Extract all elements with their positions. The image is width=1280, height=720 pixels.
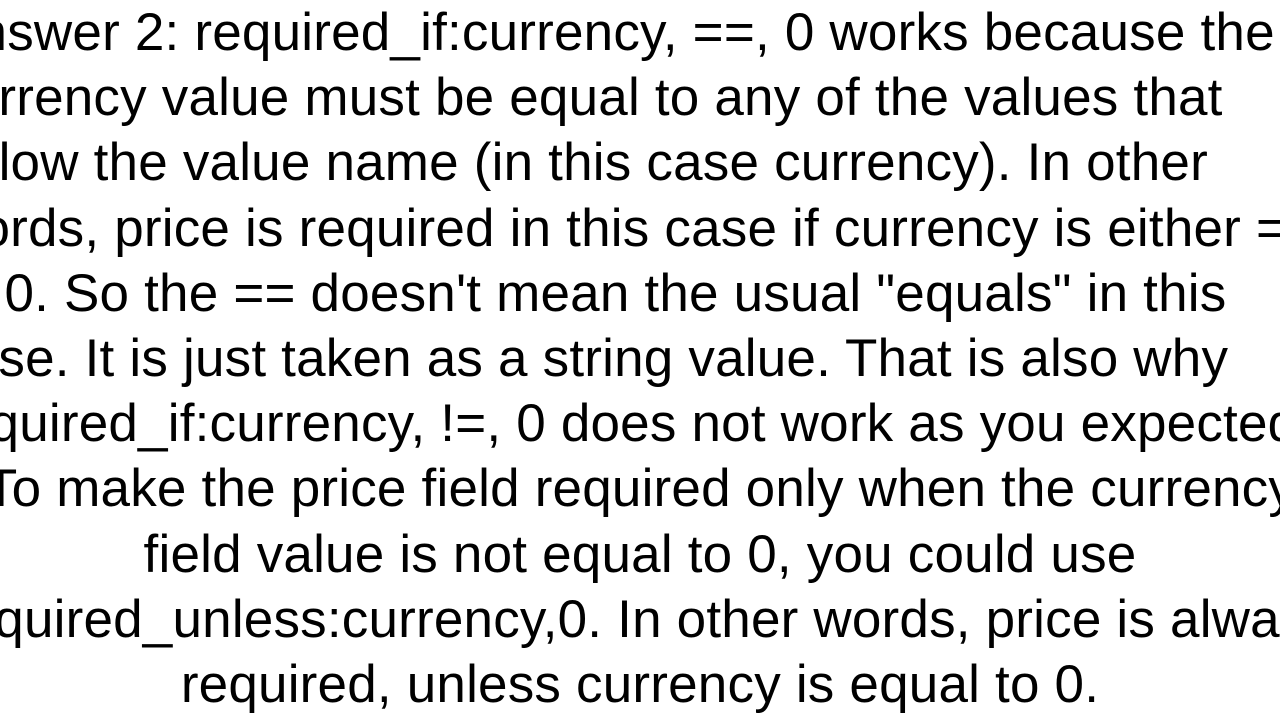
answer-paragraph-2: To make the price field required only wh… bbox=[0, 456, 1280, 717]
answer-paragraph-1: Answer 2: required_if:currency, ==, 0 wo… bbox=[0, 0, 1280, 456]
answer-text-container: Answer 2: required_if:currency, ==, 0 wo… bbox=[0, 0, 1280, 717]
